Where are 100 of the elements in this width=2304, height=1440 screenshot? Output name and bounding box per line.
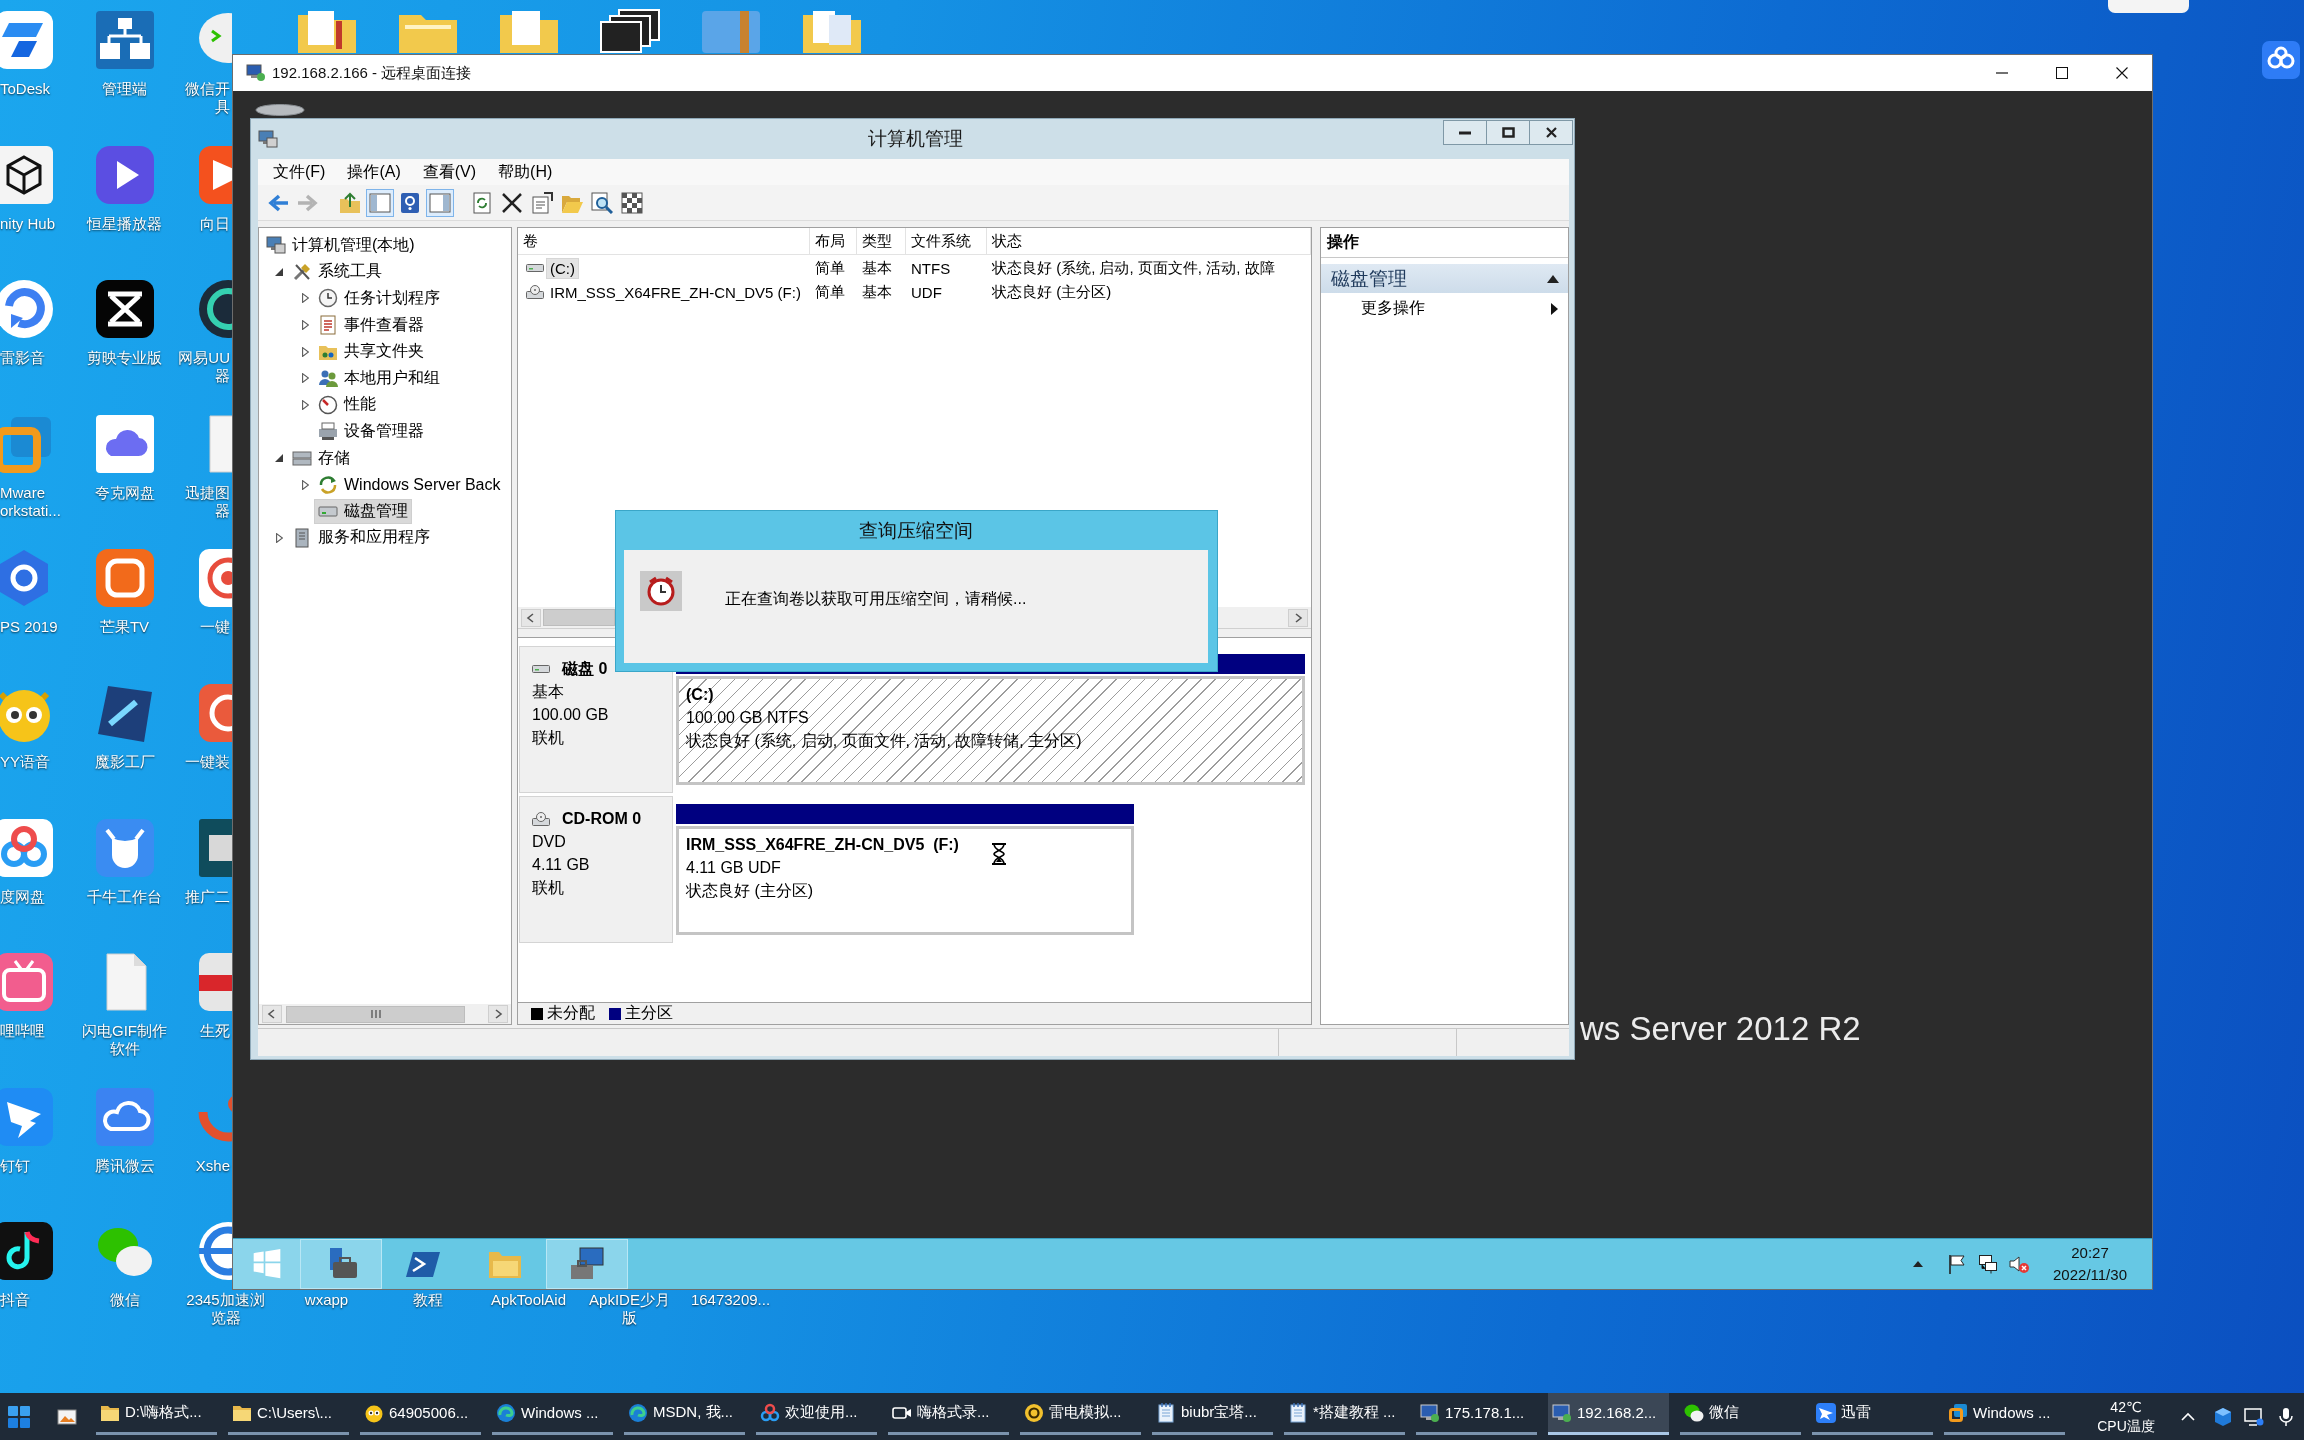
tree-item[interactable]: 事件查看器 — [314, 312, 428, 338]
desktop-icon-label: ToDesk — [0, 80, 51, 98]
scroll-left-icon[interactable] — [521, 608, 541, 627]
tree-item[interactable]: 性能 — [314, 392, 380, 418]
tree-item[interactable]: 存储 — [288, 445, 354, 471]
taskbar-item[interactable]: 微信 — [1680, 1393, 1801, 1435]
rings-icon[interactable] — [0, 816, 55, 879]
bull-head-icon[interactable] — [93, 816, 156, 879]
taskbar-item[interactable]: 迅雷 — [1812, 1393, 1933, 1435]
caret-icon[interactable] — [301, 479, 309, 490]
speaker-muted-icon[interactable] — [2009, 1254, 2029, 1274]
triangle-up-icon[interactable] — [1913, 1261, 1923, 1267]
section-header[interactable]: 磁盘管理 — [1321, 264, 1568, 293]
scroll-right-icon[interactable] — [1288, 608, 1308, 627]
menu-item[interactable]: 帮助(H) — [491, 160, 560, 184]
partition-box[interactable]: IRM_SSS_X64FRE_ZH-CN_DV5 (F:) 4.11 GB UDF 状态良好 (主分区) — [676, 826, 1134, 935]
taskbar-app-button[interactable] — [300, 1239, 382, 1289]
taskbar-item[interactable]: 嗨格式录... — [888, 1393, 1009, 1435]
music-note-icon[interactable] — [0, 1220, 55, 1283]
scroll-right-icon[interactable] — [488, 1005, 508, 1023]
tree-item[interactable]: 任务计划程序 — [314, 286, 444, 311]
tree-item[interactable]: 设备管理器 — [314, 418, 428, 444]
image-icon[interactable] — [57, 1406, 77, 1427]
taskbar-item[interactable]: 192.168.2... — [1548, 1393, 1669, 1435]
column-header[interactable]: 文件系统 — [906, 228, 987, 255]
maximize-button[interactable] — [1486, 120, 1530, 145]
screen-icon[interactable] — [2244, 1406, 2264, 1427]
caret-icon[interactable] — [275, 454, 283, 463]
taskbar-item[interactable]: Windows ... — [1944, 1393, 2065, 1435]
volume-name[interactable]: IRM_SSS_X64FRE_ZH-CN_DV5 (F:) — [546, 281, 805, 303]
menu-item[interactable]: 查看(V) — [415, 160, 484, 184]
cross-shape-icon[interactable] — [93, 278, 156, 341]
cloud-icon[interactable] — [93, 1085, 156, 1148]
microphone-icon[interactable] — [2278, 1406, 2294, 1427]
play-icon[interactable] — [93, 143, 156, 206]
card-icon[interactable] — [197, 816, 232, 879]
minimize-button[interactable] — [1443, 120, 1487, 145]
folder-icon[interactable] — [497, 9, 560, 53]
chevron-up-icon[interactable] — [2181, 1411, 2195, 1422]
taskbar-item[interactable]: 雷电模拟... — [1020, 1393, 1141, 1435]
tree-item[interactable]: 共享文件夹 — [314, 339, 428, 365]
caret-icon[interactable] — [301, 293, 309, 304]
volume-name[interactable]: (C:) — [546, 257, 579, 279]
taskbar-item[interactable]: 64905006... — [360, 1393, 481, 1435]
emblem-icon[interactable] — [197, 951, 232, 1014]
stacked-windows-icon[interactable] — [598, 9, 661, 53]
taskbar-item[interactable]: MSDN, 我... — [624, 1393, 745, 1435]
tree-item[interactable]: 系统工具 — [288, 259, 386, 285]
taskbar-item[interactable]: 欢迎使用... — [756, 1393, 877, 1435]
network-icon[interactable] — [1978, 1254, 1998, 1274]
scrollbar-thumb[interactable] — [286, 1005, 465, 1023]
column-header[interactable]: 布局 — [810, 228, 857, 255]
caret-icon[interactable] — [301, 346, 309, 357]
start-button[interactable] — [6, 1403, 32, 1430]
action-link[interactable]: 更多操作 — [1321, 296, 1568, 321]
cube-icon[interactable] — [2213, 1406, 2233, 1427]
tv-icon[interactable] — [0, 951, 55, 1014]
folder-icon[interactable] — [800, 9, 863, 53]
taskbar-item[interactable]: Windows ... — [492, 1393, 613, 1435]
cube-outline-icon[interactable] — [0, 143, 55, 206]
scrollbar-thumb[interactable] — [543, 609, 615, 626]
taskbar-item[interactable]: biubr宝塔... — [1152, 1393, 1273, 1435]
wing-icon[interactable] — [0, 1085, 55, 1148]
caret-icon[interactable] — [275, 267, 283, 276]
column-header[interactable]: 卷 — [518, 228, 810, 255]
cloud-icon[interactable] — [93, 412, 156, 475]
taskbar-item[interactable]: *搭建教程 ... — [1284, 1393, 1405, 1435]
flag-icon[interactable] — [1947, 1254, 1967, 1274]
caret-icon[interactable] — [301, 373, 309, 384]
caret-icon[interactable] — [301, 399, 309, 410]
ring-icon — [1024, 1402, 1044, 1423]
triangle-icon[interactable] — [197, 143, 232, 206]
tree-item[interactable]: 计算机管理(本地) — [262, 232, 419, 258]
close-button[interactable] — [1529, 120, 1573, 145]
column-header[interactable]: 类型 — [857, 228, 906, 255]
rings-icon[interactable] — [2262, 41, 2300, 79]
tree-item[interactable]: 服务和应用程序 — [288, 525, 434, 551]
tree-item[interactable]: Windows Server Back — [314, 472, 505, 498]
oval-icon[interactable] — [255, 104, 305, 116]
floating-handle[interactable] — [2108, 0, 2189, 13]
tree-item[interactable]: 本地用户和组 — [314, 365, 444, 391]
partition-box[interactable]: (C:) 100.00 GB NTFS 状态良好 (系统, 启动, 页面文件, 活动, 故障转储, 主分区) — [676, 676, 1305, 785]
caret-icon[interactable] — [275, 532, 283, 543]
menu-item[interactable]: 文件(F) — [266, 160, 333, 184]
scroll-left-icon[interactable] — [262, 1005, 282, 1023]
taskbar-item[interactable]: 175.178.1... — [1416, 1393, 1537, 1435]
taskbar-item[interactable]: C:\Users\... — [228, 1393, 349, 1435]
menu-item[interactable]: 操作(A) — [340, 160, 408, 184]
folder-icon[interactable] — [295, 9, 358, 53]
tree-item[interactable]: 磁盘管理 — [314, 498, 412, 524]
column-header[interactable]: 状态 — [987, 228, 1311, 255]
caret-icon[interactable] — [301, 320, 309, 331]
org-chart-icon[interactable] — [93, 9, 156, 71]
curved-arrow-icon[interactable] — [0, 278, 55, 341]
frame-icon[interactable] — [93, 547, 156, 610]
start-button[interactable] — [233, 1239, 300, 1289]
taskbar-app-button[interactable] — [546, 1239, 628, 1289]
taskbar-item[interactable]: D:\嗨格式... — [96, 1393, 217, 1435]
target-icon[interactable] — [197, 547, 232, 610]
slanted-bars-icon[interactable] — [0, 9, 55, 71]
